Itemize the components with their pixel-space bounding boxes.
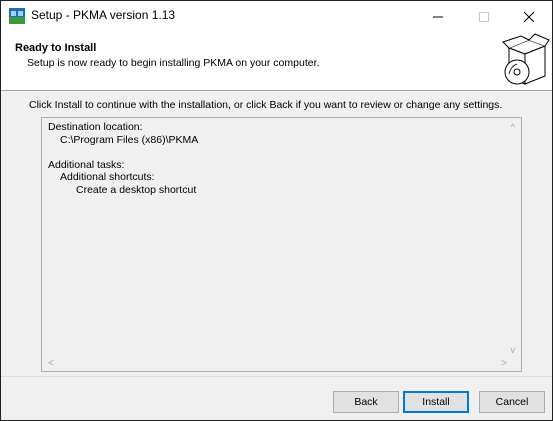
- maximize-button[interactable]: [461, 1, 507, 32]
- tasks-label: Additional tasks:: [48, 158, 125, 171]
- close-icon: [524, 11, 534, 22]
- destination-label: Destination location:: [48, 121, 143, 133]
- title-bar[interactable]: Setup - PKMA version 1.13: [1, 1, 552, 32]
- setup-window: Setup - PKMA version 1.13 Ready to Insta…: [0, 0, 553, 421]
- wizard-footer: Back Install Cancel: [1, 377, 552, 420]
- window-title: Setup - PKMA version 1.13: [31, 8, 176, 22]
- minimize-button[interactable]: [415, 1, 461, 32]
- scroll-down-arrow-icon[interactable]: v: [511, 345, 516, 355]
- minimize-icon: [433, 16, 443, 17]
- desktop-shortcut-item: Create a desktop shortcut: [76, 183, 197, 196]
- scroll-left-arrow-icon[interactable]: <: [48, 358, 54, 369]
- cancel-button[interactable]: Cancel: [479, 391, 545, 413]
- install-instruction: Click Install to continue with the insta…: [29, 99, 503, 111]
- shortcuts-label: Additional shortcuts:: [60, 171, 155, 183]
- close-button[interactable]: [506, 1, 552, 32]
- memo-spacer: [48, 146, 198, 159]
- install-button[interactable]: Install: [403, 391, 469, 413]
- install-box-icon: [502, 33, 550, 85]
- wizard-header: Ready to Install Setup is now ready to b…: [1, 32, 552, 90]
- page-subtitle: Setup is now ready to begin installing P…: [27, 57, 320, 69]
- memo-content: Destination location: C:\Program Files (…: [48, 121, 198, 196]
- destination-value: C:\Program Files (x86)\PKMA: [60, 133, 199, 146]
- setup-app-icon: [9, 8, 25, 24]
- back-button[interactable]: Back: [333, 391, 399, 413]
- scroll-right-arrow-icon[interactable]: >: [501, 358, 507, 369]
- wizard-body: Click Install to continue with the insta…: [1, 91, 552, 376]
- scroll-up-arrow-icon[interactable]: ^: [511, 122, 515, 132]
- maximize-icon: [479, 11, 489, 22]
- page-title: Ready to Install: [15, 42, 97, 54]
- ready-memo[interactable]: Destination location: C:\Program Files (…: [41, 117, 522, 372]
